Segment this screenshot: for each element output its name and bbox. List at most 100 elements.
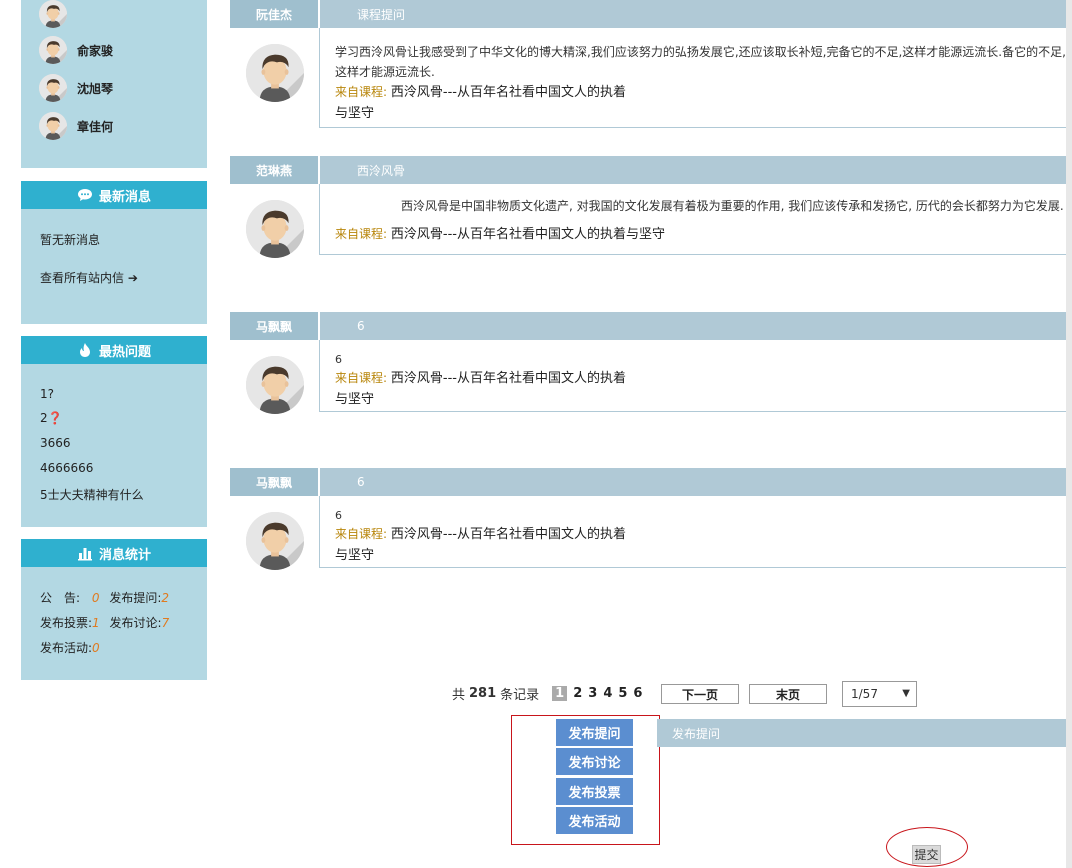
news-header: 最新消息 (21, 181, 207, 209)
page-3[interactable]: 3 (588, 686, 597, 701)
post-content: 6 (335, 509, 342, 522)
chat-bubble-icon (77, 187, 93, 203)
course-link-cont[interactable]: 与坚守 (335, 392, 374, 407)
stat-discuss-value: 7 (161, 616, 170, 630)
post-header: 马飘飘 6 (230, 312, 1072, 340)
bar-chart-icon (77, 545, 93, 561)
page-4[interactable]: 4 (603, 686, 612, 701)
flame-icon (77, 342, 93, 358)
stats-row: 公 告: 0 发布提问:2 (40, 589, 169, 606)
course-link[interactable]: 西泠风骨---从百年名社看中国文人的执着 (391, 371, 626, 386)
course-link[interactable]: 西泠风骨---从百年名社看中国文人的执着 (391, 85, 626, 100)
stat-vote-value: 1 (92, 616, 100, 630)
post-content: 6 (335, 353, 342, 366)
record-prefix: 共 (452, 688, 466, 703)
news-title: 最新消息 (98, 189, 151, 205)
post-author[interactable]: 阮佳杰 (230, 0, 318, 28)
record-suffix: 条记录 (500, 688, 540, 703)
post-course: 来自课程: 西泠风骨---从百年名社看中国文人的执着与坚守 (335, 224, 1072, 245)
stat-discuss-label: 发布讨论: (109, 616, 162, 630)
pagination: 共 281 条记录 1 2 3 4 5 6 (452, 684, 645, 703)
user-name: 沈旭琴 (77, 81, 114, 96)
post-header: 阮佳杰 课程提问 (230, 0, 1072, 28)
publish-activity-button[interactable]: 发布活动 (556, 807, 633, 834)
page-select-value: 1/57 (851, 687, 878, 701)
hot-question-item[interactable]: 1? (40, 387, 54, 401)
sidebar-user[interactable]: 章佳何 (39, 112, 113, 140)
sidebar-user[interactable] (39, 0, 77, 28)
avatar (39, 112, 67, 140)
page-1[interactable]: 1 (552, 686, 568, 701)
stat-activity-label: 发布活动: (40, 641, 93, 655)
from-course-label: 来自课程: (335, 527, 388, 541)
submit-button[interactable]: 提交 (912, 845, 941, 864)
course-link[interactable]: 西泠风骨---从百年名社看中国文人的执着 (391, 527, 626, 542)
course-link-cont[interactable]: 与坚守 (335, 548, 374, 563)
publish-discuss-button[interactable]: 发布讨论 (556, 748, 633, 775)
scrollbar[interactable] (1066, 0, 1072, 868)
page-6[interactable]: 6 (633, 686, 642, 701)
hot-question-item[interactable]: 5士大夫精神有什么 (40, 486, 144, 503)
sidebar-user[interactable]: 俞家骏 (39, 36, 113, 64)
post-body: 西泠风骨是中国非物质文化遗产, 对我国的文化发展有着极为重要的作用, 我们应该传… (319, 184, 1072, 255)
post-title[interactable]: 6 (320, 468, 1072, 496)
hot-title: 最热问题 (98, 344, 151, 360)
user-name: 俞家骏 (77, 43, 114, 58)
post-course: 来自课程: 西泠风骨---从百年名社看中国文人的执着 与坚守 (335, 82, 1072, 124)
next-page-button[interactable]: 下一页 (661, 684, 739, 704)
dropdown-arrow-icon: ▼ (902, 688, 910, 699)
post-author[interactable]: 马飘飘 (230, 468, 318, 496)
from-course-label: 来自课程: (335, 85, 388, 99)
avatar (246, 356, 304, 414)
avatar (39, 74, 67, 102)
post-header: 范琳燕 西泠风骨 (230, 156, 1072, 184)
user-name: 章佳何 (77, 119, 114, 134)
post-body: 6 来自课程: 西泠风骨---从百年名社看中国文人的执着 与坚守 (319, 340, 1072, 412)
news-empty: 暂无新消息 (40, 233, 101, 247)
page-5[interactable]: 5 (618, 686, 627, 701)
stat-notice-label: 公 告: (40, 591, 81, 605)
publish-form-title: 发布提问 (657, 719, 1072, 747)
stat-activity-value: 0 (92, 641, 100, 655)
post-course: 来自课程: 西泠风骨---从百年名社看中国文人的执着 与坚守 (335, 524, 1072, 566)
stat-question-label: 发布提问: (109, 591, 162, 605)
stats-row: 发布活动:0 (40, 639, 100, 656)
page-select[interactable]: 1/57 ▼ (842, 681, 917, 707)
publish-question-button[interactable]: 发布提问 (556, 719, 633, 746)
news-panel (21, 209, 207, 324)
stats-header: 消息统计 (21, 539, 207, 567)
record-total: 281 (469, 686, 497, 701)
post-content: 学习西泠风骨让我感受到了中华文化的博大精深,我们应该努力的弘扬发展它,还应该取长… (335, 45, 1066, 79)
view-all-messages-label: 查看所有站内信 (40, 271, 125, 285)
arrow-right-icon: ➔ (127, 271, 138, 285)
last-page-button[interactable]: 末页 (749, 684, 827, 704)
avatar (39, 36, 67, 64)
stats-row: 发布投票:1 发布讨论:7 (40, 614, 169, 631)
stats-title: 消息统计 (98, 547, 151, 563)
page-2[interactable]: 2 (573, 686, 582, 701)
hot-question-item[interactable]: 3666 (40, 436, 71, 450)
post-title[interactable]: 6 (320, 312, 1072, 340)
hot-question-item[interactable]: 2❓ (40, 411, 63, 425)
post-header: 马飘飘 6 (230, 468, 1072, 496)
course-link[interactable]: 西泠风骨---从百年名社看中国文人的执着与坚守 (391, 227, 665, 242)
course-link-cont[interactable]: 与坚守 (335, 106, 374, 121)
view-all-messages-link[interactable]: 查看所有站内信 ➔ (40, 269, 138, 286)
post-body: 6 来自课程: 西泠风骨---从百年名社看中国文人的执着 与坚守 (319, 496, 1072, 568)
hot-question-item[interactable]: 4666666 (40, 461, 93, 475)
post-author[interactable]: 马飘飘 (230, 312, 318, 340)
stat-notice-value: 0 (91, 591, 100, 605)
publish-vote-button[interactable]: 发布投票 (556, 778, 633, 805)
hot-header: 最热问题 (21, 336, 207, 364)
avatar (246, 44, 304, 102)
avatar (246, 200, 304, 258)
post-body: 学习西泠风骨让我感受到了中华文化的博大精深,我们应该努力的弘扬发展它,还应该取长… (319, 28, 1072, 128)
stat-vote-label: 发布投票: (40, 616, 93, 630)
stat-question-value: 2 (161, 591, 170, 605)
from-course-label: 来自课程: (335, 227, 388, 241)
post-author[interactable]: 范琳燕 (230, 156, 318, 184)
post-title[interactable]: 西泠风骨 (320, 156, 1072, 184)
post-course: 来自课程: 西泠风骨---从百年名社看中国文人的执着 与坚守 (335, 368, 1072, 410)
sidebar-user[interactable]: 沈旭琴 (39, 74, 113, 102)
post-title[interactable]: 课程提问 (320, 0, 1072, 28)
